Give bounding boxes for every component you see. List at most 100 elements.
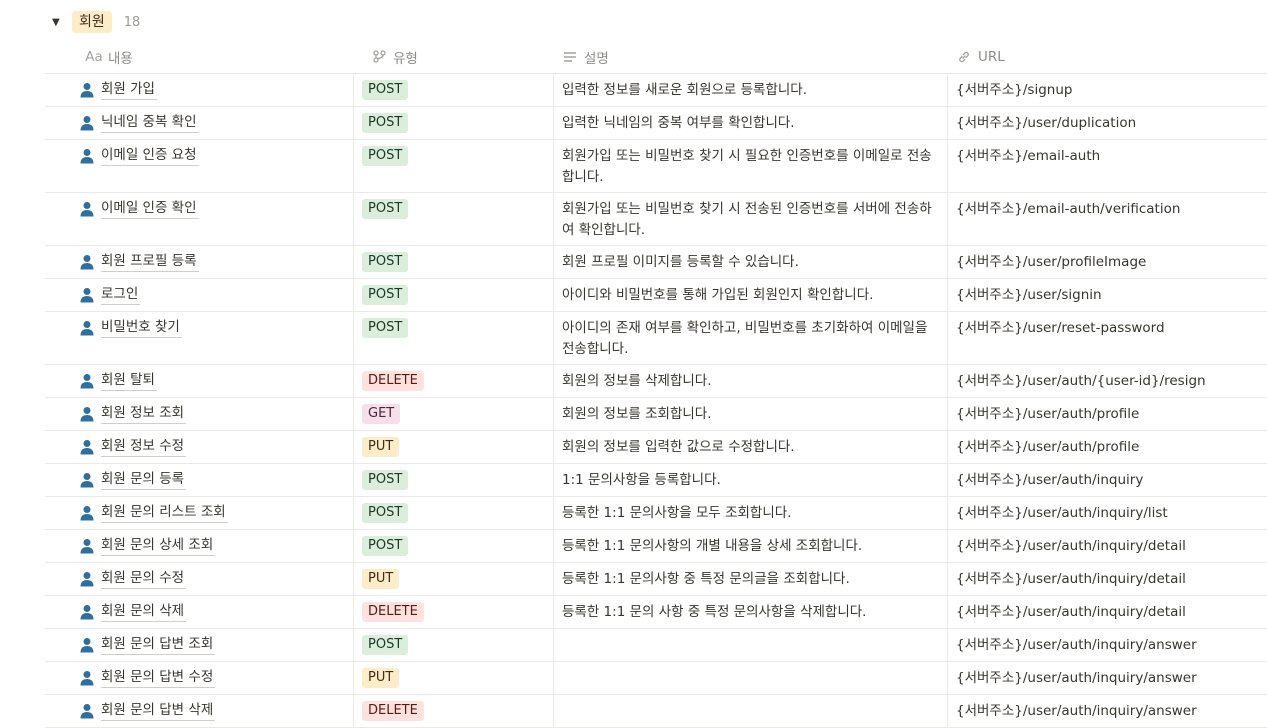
content-cell[interactable]: 로그인 — [45, 279, 353, 311]
page-title-link[interactable]: 비밀번호 찾기 — [101, 318, 182, 338]
table-row[interactable]: 회원 문의 답변 수정 PUT {서버주소}/user/auth/inquiry/a… — [45, 662, 1267, 695]
url-cell[interactable]: {서버주소}/user/auth/inquiry/detail — [947, 563, 1267, 595]
type-cell[interactable]: DELETE — [353, 695, 553, 727]
description-cell[interactable]: 회원 프로필 이미지를 등록할 수 있습니다. — [553, 246, 947, 278]
type-cell[interactable]: POST — [353, 74, 553, 106]
page-title-link[interactable]: 회원 정보 수정 — [101, 437, 187, 457]
content-cell[interactable]: 회원 문의 리스트 조회 — [45, 497, 353, 529]
page-title-link[interactable]: 회원 문의 등록 — [101, 470, 187, 490]
type-cell[interactable]: POST — [353, 530, 553, 562]
url-cell[interactable]: {서버주소}/user/duplication — [947, 107, 1267, 139]
type-cell[interactable]: POST — [353, 107, 553, 139]
description-cell[interactable] — [553, 629, 947, 661]
url-cell[interactable]: {서버주소}/user/auth/profile — [947, 431, 1267, 463]
content-cell[interactable]: 회원 문의 답변 조회 — [45, 629, 353, 661]
table-row[interactable]: 회원 정보 수정 PUT 회원의 정보를 입력한 값으로 수정합니다. {서버주소}/… — [45, 431, 1267, 464]
table-row[interactable]: 회원 프로필 등록 POST 회원 프로필 이미지를 등록할 수 있습니다. {서버주… — [45, 246, 1267, 279]
table-row[interactable]: 회원 문의 등록 POST 1:1 문의사항을 등록합니다. {서버주소}/user/… — [45, 464, 1267, 497]
url-cell[interactable]: {서버주소}/user/reset-password — [947, 312, 1267, 364]
page-title-link[interactable]: 로그인 — [101, 285, 141, 305]
table-row[interactable]: 로그인 POST 아이디와 비밀번호를 통해 가입된 회원인지 확인합니다. {서버주… — [45, 279, 1267, 312]
table-row[interactable]: 회원 정보 조회 GET 회원의 정보를 조회합니다. {서버주소}/user/aut… — [45, 398, 1267, 431]
description-cell[interactable]: 회원의 정보를 조회합니다. — [553, 398, 947, 430]
page-title-link[interactable]: 회원 문의 수정 — [101, 569, 187, 589]
page-title-link[interactable]: 닉네임 중복 확인 — [101, 113, 199, 133]
type-cell[interactable]: DELETE — [353, 365, 553, 397]
table-row[interactable]: 회원 문의 상세 조회 POST 등록한 1:1 문의사항의 개별 내용을 상세 조… — [45, 530, 1267, 563]
table-row[interactable]: 닉네임 중복 확인 POST 입력한 닉네임의 중복 여부를 확인합니다. {서버주소… — [45, 107, 1267, 140]
description-cell[interactable]: 회원의 정보를 입력한 값으로 수정합니다. — [553, 431, 947, 463]
page-title-link[interactable]: 회원 문의 답변 수정 — [101, 668, 216, 688]
collapse-toggle-icon[interactable]: ▼ — [52, 17, 66, 28]
url-cell[interactable]: {서버주소}/user/profileImage — [947, 246, 1267, 278]
content-cell[interactable]: 회원 문의 수정 — [45, 563, 353, 595]
content-cell[interactable]: 회원 가입 — [45, 74, 353, 106]
content-cell[interactable]: 닉네임 중복 확인 — [45, 107, 353, 139]
description-cell[interactable]: 회원가입 또는 비밀번호 찾기 시 전송된 인증번호를 서버에 전송하여 확인합… — [553, 193, 947, 245]
table-row[interactable]: 회원 문의 답변 조회 POST {서버주소}/user/auth/inquiry/… — [45, 629, 1267, 662]
type-cell[interactable]: PUT — [353, 662, 553, 694]
page-title-link[interactable]: 이메일 인증 확인 — [101, 199, 199, 219]
url-cell[interactable]: {서버주소}/email-auth/verification — [947, 193, 1267, 245]
column-header-url[interactable]: URL — [947, 40, 1267, 73]
url-cell[interactable]: {서버주소}/user/auth/inquiry/detail — [947, 596, 1267, 628]
type-cell[interactable]: POST — [353, 193, 553, 245]
table-row[interactable]: 회원 문의 삭제 DELETE 등록한 1:1 문의 사항 중 특정 문의사항을 삭… — [45, 596, 1267, 629]
type-cell[interactable]: DELETE — [353, 596, 553, 628]
table-row[interactable]: 회원 문의 리스트 조회 POST 등록한 1:1 문의사항을 모두 조회합니다. {… — [45, 497, 1267, 530]
content-cell[interactable]: 이메일 인증 확인 — [45, 193, 353, 245]
content-cell[interactable]: 회원 문의 답변 삭제 — [45, 695, 353, 727]
content-cell[interactable]: 회원 프로필 등록 — [45, 246, 353, 278]
type-cell[interactable]: POST — [353, 140, 553, 192]
page-title-link[interactable]: 회원 문의 삭제 — [101, 602, 187, 622]
page-title-link[interactable]: 회원 가입 — [101, 80, 157, 100]
content-cell[interactable]: 회원 정보 수정 — [45, 431, 353, 463]
url-cell[interactable]: {서버주소}/signup — [947, 74, 1267, 106]
description-cell[interactable]: 회원가입 또는 비밀번호 찾기 시 필요한 인증번호를 이메일로 전송합니다. — [553, 140, 947, 192]
table-row[interactable]: 비밀번호 찾기 POST 아이디의 존재 여부를 확인하고, 비밀번호를 초기화하여… — [45, 312, 1267, 365]
content-cell[interactable]: 비밀번호 찾기 — [45, 312, 353, 364]
description-cell[interactable]: 입력한 닉네임의 중복 여부를 확인합니다. — [553, 107, 947, 139]
url-cell[interactable]: {서버주소}/user/auth/profile — [947, 398, 1267, 430]
type-cell[interactable]: GET — [353, 398, 553, 430]
description-cell[interactable]: 등록한 1:1 문의사항의 개별 내용을 상세 조회합니다. — [553, 530, 947, 562]
table-row[interactable]: 회원 문의 수정 PUT 등록한 1:1 문의사항 중 특정 문의글을 조회합니다.… — [45, 563, 1267, 596]
description-cell[interactable]: 회원의 정보를 삭제합니다. — [553, 365, 947, 397]
url-cell[interactable]: {서버주소}/user/auth/{user-id}/resign — [947, 365, 1267, 397]
description-cell[interactable]: 입력한 정보를 새로운 회원으로 등록합니다. — [553, 74, 947, 106]
url-cell[interactable]: {서버주소}/user/auth/inquiry/answer — [947, 629, 1267, 661]
type-cell[interactable]: PUT — [353, 563, 553, 595]
description-cell[interactable]: 등록한 1:1 문의사항을 모두 조회합니다. — [553, 497, 947, 529]
url-cell[interactable]: {서버주소}/user/auth/inquiry/list — [947, 497, 1267, 529]
url-cell[interactable]: {서버주소}/email-auth — [947, 140, 1267, 192]
page-title-link[interactable]: 회원 탈퇴 — [101, 371, 157, 391]
description-cell[interactable]: 등록한 1:1 문의 사항 중 특정 문의사항을 삭제합니다. — [553, 596, 947, 628]
type-cell[interactable]: POST — [353, 246, 553, 278]
description-cell[interactable]: 아이디의 존재 여부를 확인하고, 비밀번호를 초기화하여 이메일을 전송합니다… — [553, 312, 947, 364]
url-cell[interactable]: {서버주소}/user/auth/inquiry — [947, 464, 1267, 496]
url-cell[interactable]: {서버주소}/user/auth/inquiry/answer — [947, 662, 1267, 694]
type-cell[interactable]: POST — [353, 279, 553, 311]
content-cell[interactable]: 회원 문의 상세 조회 — [45, 530, 353, 562]
table-row[interactable]: 회원 문의 답변 삭제 DELETE {서버주소}/user/auth/inquir… — [45, 695, 1267, 728]
column-header-content[interactable]: Aa 내용 — [45, 40, 353, 73]
type-cell[interactable]: POST — [353, 629, 553, 661]
page-title-link[interactable]: 이메일 인증 요청 — [101, 146, 199, 166]
content-cell[interactable]: 이메일 인증 요청 — [45, 140, 353, 192]
description-cell[interactable]: 1:1 문의사항을 등록합니다. — [553, 464, 947, 496]
url-cell[interactable]: {서버주소}/user/signin — [947, 279, 1267, 311]
type-cell[interactable]: PUT — [353, 431, 553, 463]
url-cell[interactable]: {서버주소}/user/auth/inquiry/detail — [947, 530, 1267, 562]
page-title-link[interactable]: 회원 정보 조회 — [101, 404, 187, 424]
page-title-link[interactable]: 회원 문의 리스트 조회 — [101, 503, 228, 523]
page-title-link[interactable]: 회원 문의 상세 조회 — [101, 536, 216, 556]
content-cell[interactable]: 회원 문의 삭제 — [45, 596, 353, 628]
type-cell[interactable]: POST — [353, 497, 553, 529]
column-header-description[interactable]: 설명 — [553, 40, 947, 73]
content-cell[interactable]: 회원 정보 조회 — [45, 398, 353, 430]
table-row[interactable]: 이메일 인증 확인 POST 회원가입 또는 비밀번호 찾기 시 전송된 인증번호를… — [45, 193, 1267, 246]
content-cell[interactable]: 회원 문의 답변 수정 — [45, 662, 353, 694]
description-cell[interactable]: 아이디와 비밀번호를 통해 가입된 회원인지 확인합니다. — [553, 279, 947, 311]
column-header-type[interactable]: 유형 — [353, 40, 553, 73]
table-row[interactable]: 회원 가입 POST 입력한 정보를 새로운 회원으로 등록합니다. {서버주소}/s… — [45, 74, 1267, 107]
